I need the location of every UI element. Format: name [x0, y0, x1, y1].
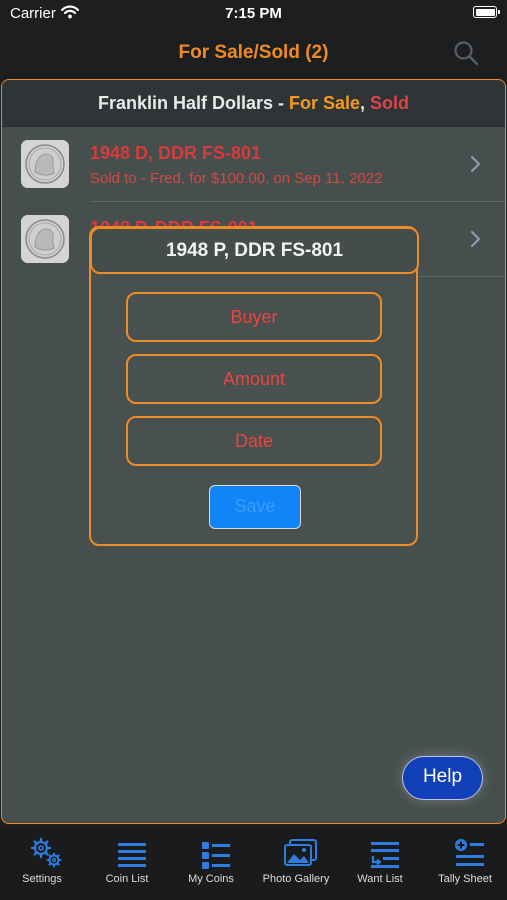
- tab-settings[interactable]: Settings: [0, 826, 84, 900]
- coin-image: [21, 140, 69, 188]
- tab-my-coins[interactable]: My Coins: [169, 826, 253, 900]
- series-title: Franklin Half Dollars: [97, 93, 273, 113]
- coin-thumbnail: [21, 215, 69, 263]
- tab-label: My Coins: [188, 873, 234, 885]
- sold-label: Sold: [370, 93, 410, 113]
- tab-photo-gallery[interactable]: Photo Gallery: [254, 826, 338, 900]
- bullet-list-icon: [202, 842, 230, 869]
- amount-field[interactable]: [126, 354, 382, 404]
- tab-bar: Settings Coin List My Coins Photo Galler…: [0, 826, 507, 900]
- sale-entry-dialog: 1948 P, DDR FS-801 Save: [89, 226, 419, 546]
- tab-want-list[interactable]: Want List: [338, 826, 422, 900]
- tally-sheet-icon: [455, 839, 484, 866]
- battery-icon: [473, 6, 500, 18]
- tab-tally-sheet[interactable]: Tally Sheet: [423, 826, 507, 900]
- coin-image: [21, 215, 69, 263]
- tab-coin-list[interactable]: Coin List: [85, 826, 169, 900]
- dialog-title: 1948 P, DDR FS-801: [90, 227, 419, 274]
- nav-bar: For Sale/Sold (2): [0, 30, 507, 76]
- for-sale-label: For Sale: [289, 93, 361, 113]
- list-icon: [118, 843, 146, 867]
- status-bar: Carrier 7:15 PM: [0, 0, 507, 30]
- date-field[interactable]: [126, 416, 382, 466]
- tab-label: Tally Sheet: [438, 873, 492, 885]
- header-separator-2: ,: [360, 93, 371, 113]
- want-list-icon: [371, 842, 399, 868]
- search-icon[interactable]: [453, 40, 479, 66]
- buyer-field[interactable]: [126, 292, 382, 342]
- help-button[interactable]: Help: [402, 756, 483, 800]
- tab-label: Photo Gallery: [262, 873, 330, 885]
- clock-time: 7:15 PM: [225, 5, 282, 22]
- tab-label: Settings: [22, 873, 62, 885]
- page-title: For Sale/Sold (2): [178, 42, 329, 63]
- photos-icon: [284, 839, 317, 866]
- save-button[interactable]: Save: [209, 485, 301, 529]
- table-row[interactable]: 1948 D, DDR FS-801 Sold to - Fred, for $…: [2, 127, 505, 202]
- chevron-right-icon: [470, 155, 481, 173]
- tab-label: Coin List: [105, 873, 149, 885]
- section-header: Franklin Half Dollars - For Sale, Sold: [2, 80, 505, 127]
- tab-label: Want List: [357, 873, 403, 885]
- gears-icon: [30, 837, 62, 868]
- chevron-right-icon: [470, 230, 481, 248]
- header-separator: -: [273, 93, 289, 113]
- coin-thumbnail: [21, 140, 69, 188]
- row-subtitle: Sold to - Fred, for $100.00, on Sep 11, …: [90, 170, 383, 187]
- row-title: 1948 D, DDR FS-801: [90, 143, 262, 163]
